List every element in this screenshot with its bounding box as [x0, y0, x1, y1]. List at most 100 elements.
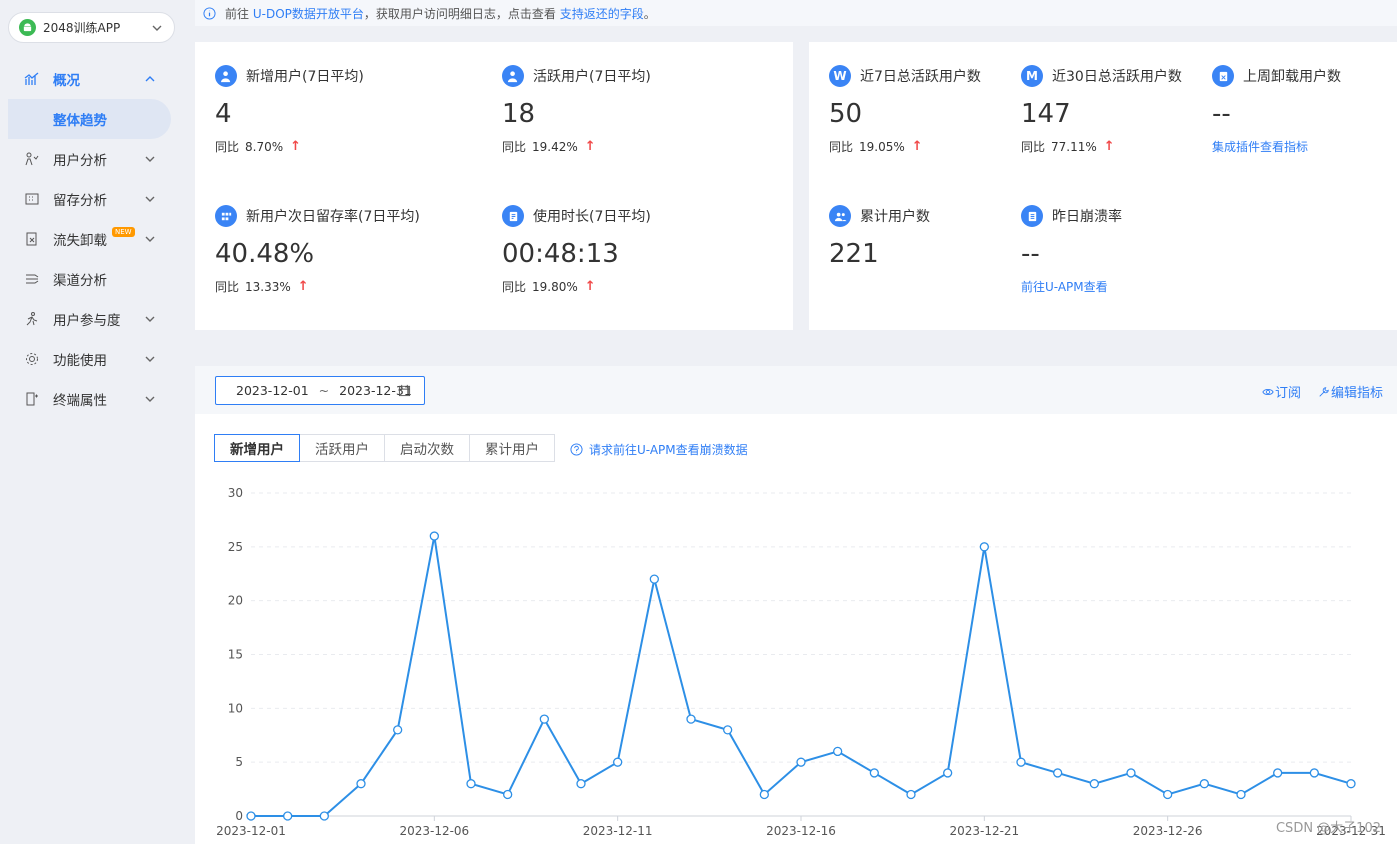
data-point — [686, 714, 696, 724]
sidebar-item-feature-usage[interactable]: 功能使用 — [24, 349, 164, 369]
crash-report-icon — [1021, 205, 1043, 227]
x-tick-label: 2023-12-21 — [949, 824, 1019, 838]
metric-value: -- — [1021, 239, 1040, 269]
compare-label: 同比 — [215, 140, 240, 154]
tab-total-users[interactable]: 累计用户 — [469, 434, 555, 462]
uninstall-icon — [26, 232, 37, 246]
data-point — [796, 757, 806, 767]
sidebar-item-engagement[interactable]: 用户参与度 — [24, 309, 164, 329]
calendar-icon — [398, 384, 411, 397]
data-point — [1273, 768, 1283, 778]
metric-value: -- — [1212, 99, 1231, 129]
udop-link[interactable]: U-DOP数据开放平台 — [253, 5, 364, 22]
core-metrics-card: 新增用户(7日平均) 4 同比 8.70% ↑ 活跃用户(7日平均) 18 同比 19… — [195, 42, 793, 330]
month-icon: M — [1021, 65, 1043, 87]
metric-active-users: 活跃用户(7日平均) 18 同比 19.42% ↑ — [502, 65, 772, 165]
sidebar-item-device-attributes[interactable]: 终端属性 — [24, 389, 164, 409]
sidebar-item-channel[interactable]: 渠道分析 — [24, 269, 164, 289]
compare-label: 同比 — [1021, 140, 1046, 154]
data-point — [1126, 768, 1136, 778]
arrow-up-icon: ↑ — [911, 139, 923, 154]
android-icon — [19, 19, 36, 36]
fields-link[interactable]: 支持返还的字段 — [560, 5, 644, 22]
watermark: CSDN @大子102 — [1275, 821, 1381, 836]
arrow-up-icon: ↑ — [290, 139, 302, 154]
sidebar-item-label: 用户分析 — [53, 153, 107, 169]
crash-data-link[interactable]: 请求前往U-APM查看崩溃数据 — [570, 441, 748, 458]
x-tick-label: 2023-12-26 — [1133, 824, 1203, 838]
compare-pct: 13.33% — [245, 279, 291, 294]
subscribe-label: 订阅 — [1274, 386, 1301, 401]
metric-30day-active: M 近30日总活跃用户数 147 同比 77.11% ↑ — [1021, 65, 1201, 165]
x-tick-label: 2023-12-06 — [399, 824, 469, 838]
y-tick-label: 15 — [228, 648, 243, 662]
date-range-picker[interactable]: 2023-12-01 ~ 2023-12-31 — [215, 376, 425, 405]
trend-chart-card: 0 5 10 15 20 25 30 2023-12-01 2023-12-06 2023-12-… — [195, 414, 1397, 844]
sidebar-subitem-overall-trend[interactable]: 整体趋势 — [8, 99, 171, 139]
data-point — [1346, 779, 1356, 789]
data-point — [393, 725, 403, 735]
notice-suffix: 。 — [643, 6, 656, 21]
tab-launch-count[interactable]: 启动次数 — [384, 434, 470, 462]
arrow-up-icon: ↑ — [297, 279, 309, 294]
compare-label: 同比 — [829, 140, 854, 154]
app-name: 2048训练APP — [43, 21, 121, 35]
metric-total-users: 累计用户数 221 — [829, 205, 1009, 305]
data-point — [943, 768, 953, 778]
metric-title: 近7日总活跃用户数 — [860, 69, 981, 85]
sidebar-item-user-analysis[interactable]: 用户分析 — [24, 149, 164, 169]
chevron-down-icon — [145, 196, 155, 202]
data-point — [613, 757, 623, 767]
data-point — [649, 574, 659, 584]
data-point — [759, 789, 769, 800]
metric-7day-active: W 近7日总活跃用户数 50 同比 19.05% ↑ — [829, 65, 1009, 165]
data-point — [319, 811, 329, 821]
edit-metrics-button[interactable]: 编辑指标 — [1318, 382, 1383, 401]
sidebar-item-retention[interactable]: 留存分析 — [24, 189, 164, 209]
data-point — [1089, 779, 1099, 789]
new-badge: NEW — [112, 227, 135, 237]
plugin-metrics-link[interactable]: 集成插件查看指标 — [1212, 138, 1308, 155]
channel-icon — [26, 274, 39, 284]
series-line — [251, 535, 1352, 817]
y-tick-label: 20 — [228, 594, 243, 608]
sidebar-item-label: 流失卸载 — [53, 233, 107, 249]
metric-value: 18 — [502, 99, 536, 129]
sidebar-item-label: 用户参与度 — [53, 313, 121, 329]
notice-bar: 前往 U-DOP数据开放平台 ，获取用户访问明细日志，点击查看 支持返还的字段 … — [195, 0, 1397, 26]
subscribe-button[interactable]: 订阅 — [1262, 382, 1301, 401]
arrow-up-icon: ↑ — [584, 139, 596, 154]
metric-value: 50 — [829, 99, 863, 129]
retention-grid-icon — [215, 205, 237, 227]
uninstall-icon — [1212, 65, 1234, 87]
tab-active-users[interactable]: 活跃用户 — [299, 434, 385, 462]
sidebar-item-churn-uninstall[interactable]: 流失卸载 — [24, 229, 164, 249]
line-chart: 0 5 10 15 20 25 30 2023-12-01 2023-12-06 2023-12-… — [216, 486, 1386, 838]
edit-metrics-label: 编辑指标 — [1330, 386, 1383, 401]
uapm-link[interactable]: 前往U-APM查看 — [1021, 278, 1108, 295]
y-tick-label: 30 — [228, 486, 243, 500]
data-point — [503, 789, 513, 800]
metric-next-day-retention: 新用户次日留存率(7日平均) 40.48% 同比 13.33% ↑ — [215, 205, 485, 305]
data-point — [1053, 768, 1063, 778]
users-icon — [25, 152, 39, 166]
metric-new-users: 新增用户(7日平均) 4 同比 8.70% ↑ — [215, 65, 485, 165]
metric-value: 221 — [829, 239, 879, 269]
chevron-up-icon — [145, 76, 155, 82]
gear-icon — [26, 353, 38, 365]
compare-pct: 8.70% — [245, 139, 284, 154]
device-icon — [26, 392, 38, 406]
date-start: 2023-12-01 — [236, 383, 309, 398]
metric-title: 上周卸载用户数 — [1243, 69, 1341, 85]
data-point — [1016, 757, 1026, 767]
sidebar-item-overview[interactable]: 概况 — [24, 69, 164, 89]
compare-label: 同比 — [502, 280, 527, 294]
help-circle-icon — [570, 443, 583, 456]
date-separator: ~ — [318, 383, 330, 398]
tab-new-users[interactable]: 新增用户 — [214, 434, 300, 462]
compare-pct: 77.11% — [1051, 139, 1097, 154]
users-group-icon — [829, 205, 851, 227]
week-icon: W — [829, 65, 851, 87]
metric-title: 使用时长(7日平均) — [533, 209, 651, 225]
app-selector[interactable]: 2048训练APP — [8, 12, 175, 43]
